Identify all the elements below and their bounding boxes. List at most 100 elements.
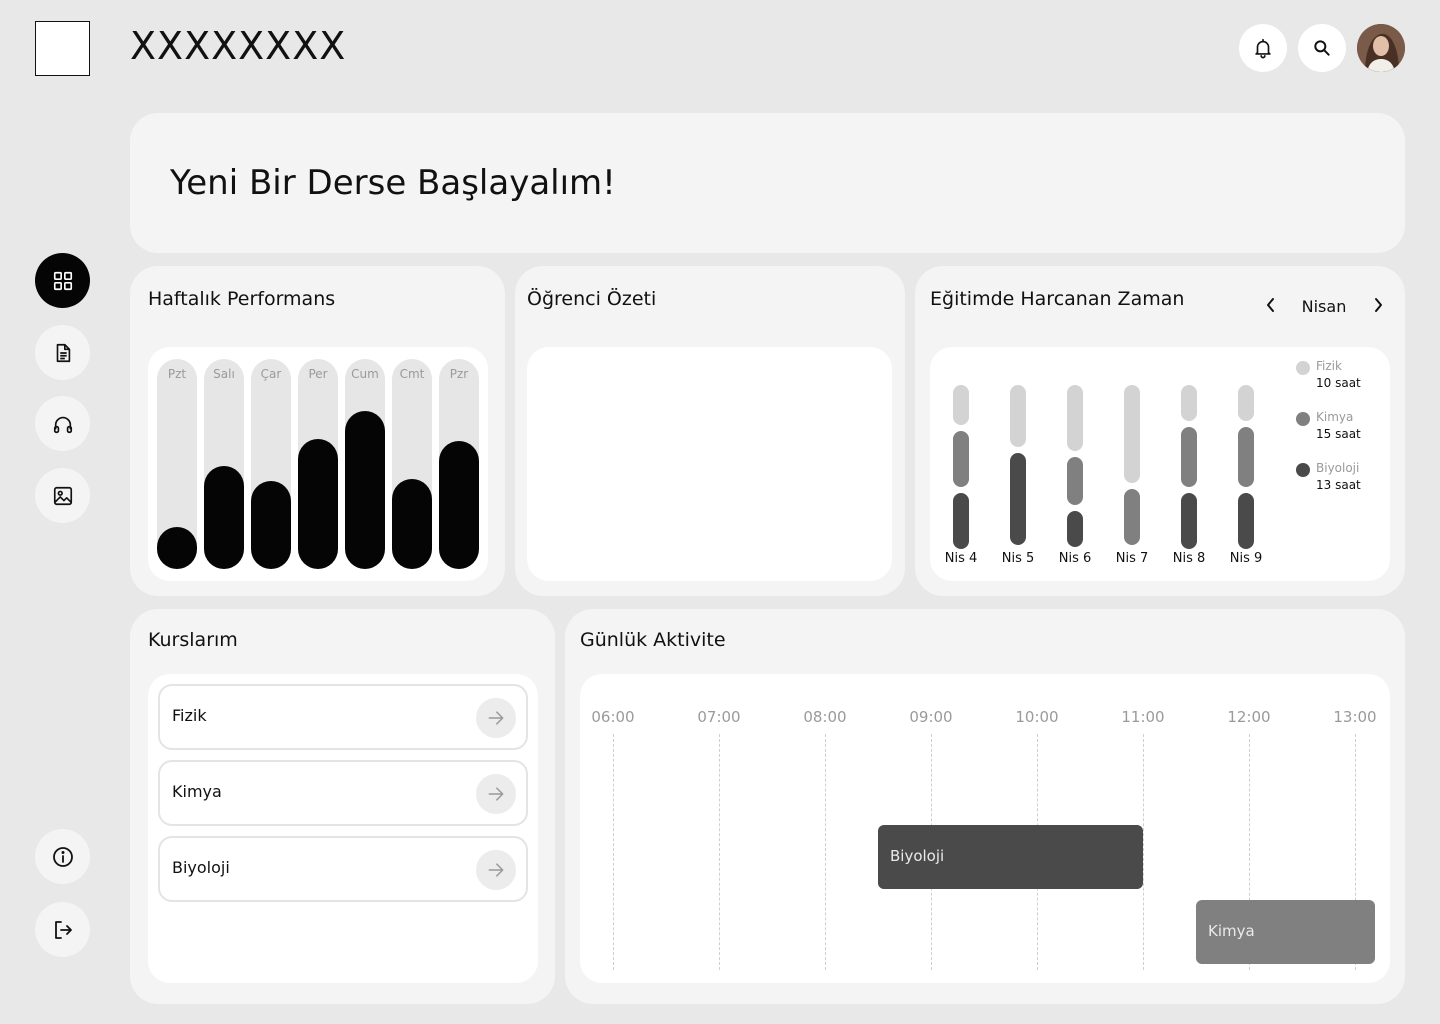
- legend-name: Fizik: [1316, 359, 1342, 373]
- course-item-fizik[interactable]: Fizik: [158, 684, 528, 750]
- time-gridline: [825, 734, 826, 970]
- search-icon: [1314, 40, 1330, 56]
- courses-card: Kurslarım Fizik Kimya Biyoloji: [130, 609, 555, 1004]
- performance-bar-track: Çar: [251, 359, 291, 569]
- student-summary-panel: [527, 347, 892, 581]
- time-segment-kimya: [953, 431, 969, 487]
- course-open-button[interactable]: [476, 850, 516, 890]
- performance-bar-track: Cum: [345, 359, 385, 569]
- legend-value: 15 saat: [1316, 427, 1361, 441]
- activity-block-kimya[interactable]: Kimya: [1196, 900, 1375, 964]
- grid-icon: [53, 271, 72, 290]
- time-spent-title: Eğitimde Harcanan Zaman: [930, 288, 1185, 310]
- chevron-right-icon: [1375, 298, 1382, 312]
- hero-text: Yeni Bir Derse Başlayalım!: [170, 163, 616, 203]
- performance-bar: [439, 441, 479, 569]
- sidebar-item-logout[interactable]: [35, 902, 90, 957]
- time-segment-biyoloji: [1238, 493, 1254, 549]
- performance-day-label: Cum: [351, 367, 379, 381]
- hero-card: Yeni Bir Derse Başlayalım!: [130, 113, 1405, 253]
- time-axis-label: 13:00: [1333, 708, 1377, 726]
- legend-name: Kimya: [1316, 410, 1354, 424]
- time-day-label: Nis 9: [1229, 551, 1263, 566]
- performance-bar-track: Pzt: [157, 359, 197, 569]
- course-open-button[interactable]: [476, 774, 516, 814]
- chevron-left-icon: [1267, 298, 1274, 312]
- course-open-button[interactable]: [476, 698, 516, 738]
- sidebar-item-documents[interactable]: [35, 325, 90, 380]
- performance-day-label: Cmt: [399, 367, 425, 381]
- legend-value: 13 saat: [1316, 478, 1361, 492]
- daily-activity-card: Günlük Aktivite 06:00 07:00 08:00 09:00 10:0…: [565, 609, 1405, 1004]
- time-segment-kimya: [1181, 427, 1197, 487]
- legend-value: 10 saat: [1316, 376, 1361, 390]
- legend-dot: [1296, 463, 1310, 477]
- course-name: Fizik: [172, 706, 207, 725]
- time-segment-biyoloji: [1067, 511, 1083, 547]
- time-axis-label: 12:00: [1227, 708, 1271, 726]
- performance-bar-track: Per: [298, 359, 338, 569]
- course-item-biyoloji[interactable]: Biyoloji: [158, 836, 528, 902]
- weekly-performance-card: Haftalık Performans Pzt Salı Çar Per Cum Cmt P…: [130, 266, 505, 596]
- performance-day-label: Per: [308, 367, 328, 381]
- performance-bar-track: Salı: [204, 359, 244, 569]
- student-summary-title: Öğrenci Özeti: [527, 288, 657, 310]
- document-icon: [56, 343, 70, 362]
- courses-list: Fizik Kimya Biyoloji: [148, 674, 538, 983]
- time-gridline: [613, 734, 614, 970]
- activity-block-biyoloji[interactable]: Biyoloji: [878, 825, 1143, 889]
- activity-label: Kimya: [1208, 922, 1255, 940]
- logo[interactable]: [35, 21, 90, 76]
- time-segment-fizik: [1124, 385, 1140, 483]
- time-day-label: Nis 4: [944, 551, 978, 566]
- performance-bar: [204, 466, 244, 569]
- legend-name: Biyoloji: [1316, 461, 1360, 475]
- time-segment-fizik: [1067, 385, 1083, 451]
- time-segment-kimya: [1238, 427, 1254, 487]
- arrow-right-icon: [488, 863, 504, 877]
- performance-bar: [157, 527, 197, 569]
- activity-label: Biyoloji: [890, 847, 945, 865]
- weekly-performance-chart: Pzt Salı Çar Per Cum Cmt Pzr: [148, 347, 488, 581]
- course-name: Kimya: [172, 782, 222, 801]
- time-day-label: Nis 5: [1001, 551, 1035, 566]
- time-axis-label: 06:00: [591, 708, 635, 726]
- time-axis-label: 09:00: [909, 708, 953, 726]
- search-button[interactable]: [1298, 24, 1346, 72]
- notifications-button[interactable]: [1239, 24, 1287, 72]
- performance-day-label: Pzt: [167, 367, 187, 381]
- performance-day-label: Çar: [260, 367, 282, 381]
- arrow-right-icon: [488, 711, 504, 725]
- performance-bar: [392, 479, 432, 569]
- courses-title: Kurslarım: [148, 629, 238, 651]
- time-axis-label: 10:00: [1015, 708, 1059, 726]
- time-segment-fizik: [953, 385, 969, 425]
- performance-day-label: Salı: [213, 367, 235, 381]
- time-day-label: Nis 7: [1115, 551, 1149, 566]
- sidebar-item-dashboard[interactable]: [35, 253, 90, 308]
- prev-month-button[interactable]: [1262, 296, 1280, 314]
- next-month-button[interactable]: [1369, 296, 1387, 314]
- sidebar-item-audio[interactable]: [35, 396, 90, 451]
- time-segment-biyoloji: [1181, 493, 1197, 549]
- avatar[interactable]: [1357, 24, 1405, 72]
- performance-bar-track: Pzr: [439, 359, 479, 569]
- daily-activity-timeline: 06:00 07:00 08:00 09:00 10:00 11:00 12:00 13:00…: [580, 674, 1390, 983]
- sidebar-item-gallery[interactable]: [35, 468, 90, 523]
- weekly-performance-title: Haftalık Performans: [148, 288, 336, 310]
- time-gridline: [1143, 734, 1144, 970]
- daily-activity-title: Günlük Aktivite: [580, 629, 726, 651]
- arrow-right-icon: [488, 787, 504, 801]
- time-axis-label: 11:00: [1121, 708, 1165, 726]
- course-item-kimya[interactable]: Kimya: [158, 760, 528, 826]
- performance-bar: [345, 411, 385, 569]
- legend-dot: [1296, 361, 1310, 375]
- time-segment-kimya: [1124, 489, 1140, 545]
- course-name: Biyoloji: [172, 858, 230, 877]
- performance-day-label: Pzr: [449, 367, 469, 381]
- performance-bar: [298, 439, 338, 569]
- student-summary-card: Öğrenci Özeti: [515, 266, 905, 596]
- sidebar-item-info[interactable]: [35, 829, 90, 884]
- time-spent-chart: Nis 4 Nis 5 Nis 6 Nis 7 Nis 8 Nis 9 Fizik 10 sa…: [930, 347, 1390, 581]
- image-icon: [53, 486, 72, 505]
